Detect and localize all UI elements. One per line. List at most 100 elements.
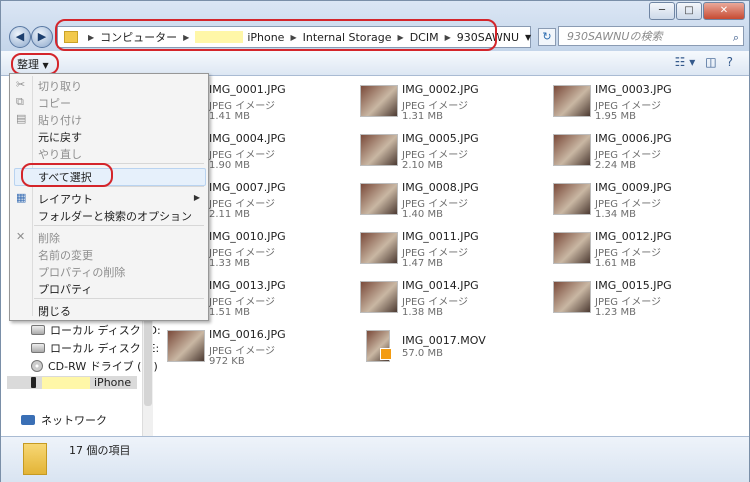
file-tile[interactable]: IMG_0002.JPG JPEG イメージ 1.31 MB	[354, 79, 534, 125]
file-size: 1.47 MB	[402, 258, 443, 269]
menu-separator	[34, 298, 204, 299]
view-options-icon[interactable]: ☷ ▾	[675, 55, 696, 69]
file-name: IMG_0008.JPG	[402, 181, 479, 194]
file-type: JPEG イメージ	[209, 150, 276, 161]
organize-highlight-ring	[11, 53, 59, 75]
file-tile[interactable]: IMG_0017.MOV 57.0 MB	[354, 324, 534, 370]
file-size: 57.0 MB	[402, 348, 443, 359]
explorer-window: ─ □ ✕ ◀ ▶ ▶ コンピューター ▶ iPhone ▶ Internal …	[0, 0, 750, 482]
menu-item-rename[interactable]: 名前の変更	[38, 247, 93, 263]
image-thumbnail	[553, 85, 591, 117]
menu-item-redo[interactable]: やり直し	[38, 146, 82, 162]
search-icon[interactable]: ⌕	[733, 28, 739, 48]
file-type: JPEG イメージ	[595, 101, 662, 112]
search-input[interactable]: 930SAWNUの検索 ⌕	[558, 26, 744, 46]
file-type: JPEG イメージ	[595, 297, 662, 308]
view-controls: ☷ ▾ ◫ ?	[675, 55, 733, 69]
image-thumbnail	[553, 232, 591, 264]
cut-icon: ✂	[16, 78, 26, 91]
menu-item-folder-options[interactable]: フォルダーと検索のオプション	[38, 208, 192, 224]
image-thumbnail	[360, 183, 398, 215]
file-size: 1.61 MB	[595, 258, 636, 269]
file-name: IMG_0002.JPG	[402, 83, 479, 96]
file-tile[interactable]: IMG_0005.JPG JPEG イメージ 2.10 MB	[354, 128, 534, 174]
file-tile[interactable]: IMG_0003.JPG JPEG イメージ 1.95 MB	[547, 79, 727, 125]
menu-item-undo[interactable]: 元に戻す	[38, 129, 82, 145]
file-size: 2.24 MB	[595, 160, 636, 171]
menu-item-copy[interactable]: コピー	[38, 95, 71, 111]
file-tile[interactable]: IMG_0014.JPG JPEG イメージ 1.38 MB	[354, 275, 534, 321]
file-name: IMG_0010.JPG	[209, 230, 286, 243]
file-name: IMG_0017.MOV	[402, 334, 486, 347]
file-name: IMG_0013.JPG	[209, 279, 286, 292]
help-icon[interactable]: ?	[727, 55, 733, 69]
image-thumbnail	[360, 85, 398, 117]
file-name: IMG_0003.JPG	[595, 83, 672, 96]
paste-icon: ▤	[16, 112, 27, 125]
submenu-arrow-icon: ▶	[193, 193, 200, 202]
file-type: JPEG イメージ	[402, 297, 469, 308]
forward-button[interactable]: ▶	[31, 26, 53, 48]
image-thumbnail	[360, 281, 398, 313]
file-name: IMG_0011.JPG	[402, 230, 479, 243]
file-size: 972 KB	[209, 356, 245, 367]
file-size: 1.41 MB	[209, 111, 250, 122]
drive-icon	[31, 343, 45, 353]
menu-item-cut[interactable]: 切り取り	[38, 78, 82, 94]
file-size: 1.34 MB	[595, 209, 636, 220]
file-size: 1.38 MB	[402, 307, 443, 318]
file-type: JPEG イメージ	[595, 199, 662, 210]
sidebar-item-label: ネットワーク	[41, 414, 107, 427]
menu-gutter	[32, 76, 33, 316]
sidebar-item-cd-rw[interactable]: CD-RW ドライブ (H:)	[31, 358, 158, 374]
minimize-button[interactable]: ─	[649, 2, 675, 20]
file-name: IMG_0014.JPG	[402, 279, 479, 292]
file-type: JPEG イメージ	[402, 101, 469, 112]
file-size: 1.23 MB	[595, 307, 636, 318]
file-tile[interactable]: IMG_0016.JPG JPEG イメージ 972 KB	[161, 324, 341, 370]
file-tile[interactable]: IMG_0009.JPG JPEG イメージ 1.34 MB	[547, 177, 727, 223]
file-tile[interactable]: IMG_0012.JPG JPEG イメージ 1.61 MB	[547, 226, 727, 272]
file-tile[interactable]: IMG_0011.JPG JPEG イメージ 1.47 MB	[354, 226, 534, 272]
file-type: JPEG イメージ	[595, 248, 662, 259]
redacted-name	[42, 376, 90, 389]
select-all-highlight-ring	[21, 163, 113, 187]
close-button[interactable]: ✕	[703, 2, 745, 20]
menu-item-layout[interactable]: レイアウト	[38, 191, 93, 207]
file-name: IMG_0007.JPG	[209, 181, 286, 194]
scrollbar-thumb[interactable]	[144, 306, 152, 406]
file-type: JPEG イメージ	[209, 297, 276, 308]
file-tile[interactable]: IMG_0015.JPG JPEG イメージ 1.23 MB	[547, 275, 727, 321]
file-name: IMG_0012.JPG	[595, 230, 672, 243]
menu-item-properties[interactable]: プロパティ	[38, 281, 92, 297]
file-tile[interactable]: IMG_0006.JPG JPEG イメージ 2.24 MB	[547, 128, 727, 174]
file-type: JPEG イメージ	[209, 248, 276, 259]
layout-icon: ▦	[16, 191, 27, 204]
menu-item-delete[interactable]: 削除	[38, 230, 60, 246]
address-dropdown-icon[interactable]: ▼	[525, 33, 531, 42]
delete-icon: ✕	[16, 230, 26, 243]
folder-icon	[23, 443, 47, 475]
phone-icon	[31, 377, 36, 388]
menu-item-remove-properties[interactable]: プロパティの削除	[38, 264, 125, 280]
refresh-icon[interactable]: ↻	[538, 28, 556, 46]
sidebar-item-local-disk-e[interactable]: ローカル ディスク (E:	[31, 340, 159, 356]
sidebar-item-iphone[interactable]: iPhone	[7, 376, 137, 389]
file-size: 1.31 MB	[402, 111, 443, 122]
preview-pane-icon[interactable]: ◫	[705, 55, 716, 69]
file-type: JPEG イメージ	[209, 101, 276, 112]
file-grid: IMG_0001.JPG JPEG イメージ 1.41 MB IMG_0002.JPG…	[161, 79, 749, 439]
menu-item-close[interactable]: 閉じる	[38, 303, 71, 319]
file-tile[interactable]: IMG_0008.JPG JPEG イメージ 1.40 MB	[354, 177, 534, 223]
file-name: IMG_0016.JPG	[209, 328, 286, 341]
sidebar-item-network[interactable]: ネットワーク	[21, 412, 107, 428]
file-type: JPEG イメージ	[402, 248, 469, 259]
copy-icon: ⧉	[16, 95, 24, 108]
video-badge-icon	[380, 348, 392, 360]
file-type: JPEG イメージ	[402, 150, 469, 161]
menu-item-paste[interactable]: 貼り付け	[38, 112, 82, 128]
back-button[interactable]: ◀	[9, 26, 31, 48]
maximize-button[interactable]: □	[676, 2, 702, 20]
image-thumbnail	[360, 232, 398, 264]
file-size: 2.11 MB	[209, 209, 250, 220]
